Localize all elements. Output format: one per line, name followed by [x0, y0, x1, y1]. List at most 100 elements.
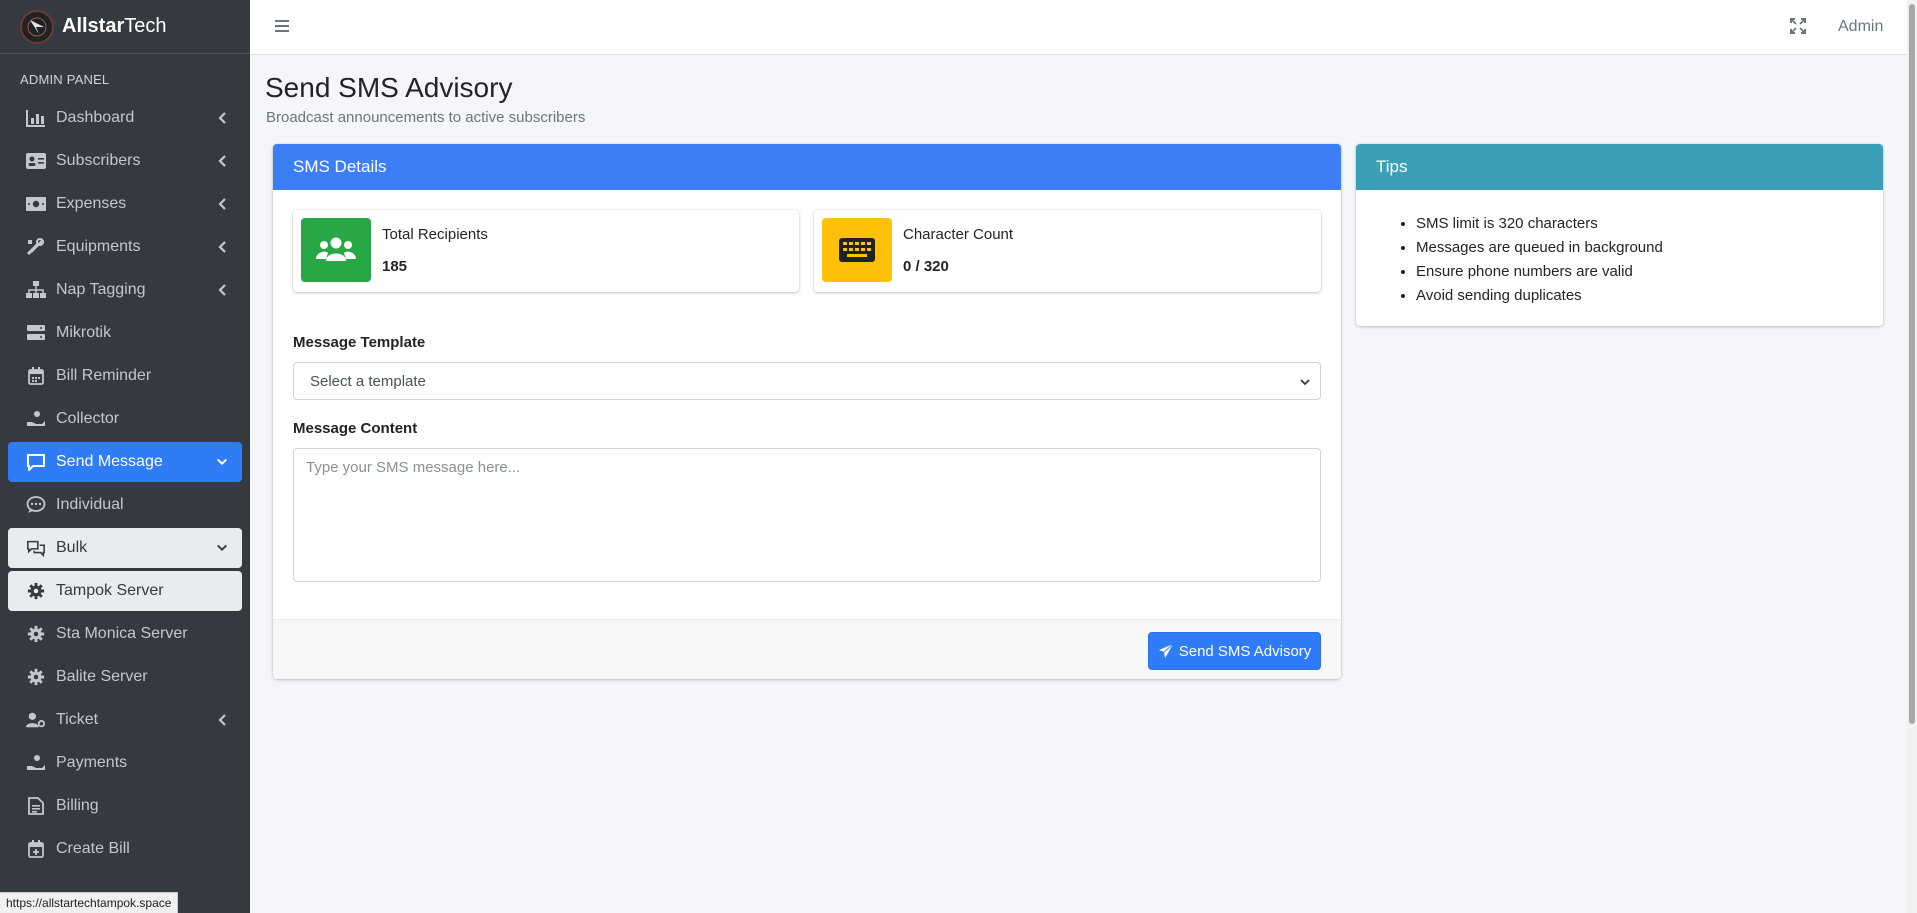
sidebar-item-payments[interactable]: Payments: [8, 743, 242, 783]
file-invoice-icon: [24, 796, 48, 816]
sidebar-item-collector[interactable]: Collector: [8, 399, 242, 439]
list-item: Messages are queued in background: [1416, 236, 1663, 260]
message-content-label: Message Content: [293, 420, 418, 437]
sidebar-item-ticket[interactable]: Ticket: [8, 700, 242, 740]
sidebar-item-create-bill[interactable]: Create Bill: [8, 829, 242, 869]
sidebar-item-individual[interactable]: Individual: [8, 485, 242, 525]
sidebar-item-label: Create Bill: [56, 840, 130, 857]
sidebar: AllstarTech ADMIN PANEL Dashboard Subscr…: [0, 0, 250, 913]
top-navbar: Admin: [250, 0, 1912, 55]
users-icon: [301, 218, 371, 282]
sidebar-item-label: Bill Reminder: [56, 367, 152, 384]
sidebar-item-mikrotik[interactable]: Mikrotik: [8, 313, 242, 353]
address-card-icon: [24, 151, 48, 171]
page-subtitle: Broadcast announcements to active subscr…: [266, 109, 586, 126]
admin-user-link[interactable]: Admin: [1838, 18, 1883, 36]
sidebar-item-send-message[interactable]: Send Message: [8, 442, 242, 482]
comments-icon: [24, 538, 48, 558]
hand-coin-icon: [24, 409, 48, 429]
keyboard-icon: [822, 218, 892, 282]
user-gear-icon: [24, 710, 48, 730]
sidebar-item-subscribers[interactable]: Subscribers: [8, 141, 242, 181]
chevron-left-icon: [218, 241, 226, 253]
card-title: Tips: [1356, 144, 1883, 190]
list-item: SMS limit is 320 characters: [1416, 212, 1663, 236]
chevron-left-icon: [218, 112, 226, 124]
sidebar-item-balite-server[interactable]: Balite Server: [8, 657, 242, 697]
chevron-left-icon: [218, 155, 226, 167]
sidebar-item-expenses[interactable]: Expenses: [8, 184, 242, 224]
sidebar-item-label: Bulk: [56, 539, 88, 556]
fullscreen-expand-icon[interactable]: [1790, 18, 1806, 34]
gear-icon: [24, 581, 48, 601]
scrollbar-thumb[interactable]: [1909, 4, 1915, 724]
char-count-value: 0 / 320: [903, 258, 949, 275]
character-count-box: Character Count 0 / 320: [814, 210, 1321, 292]
sidebar-item-label: Mikrotik: [56, 324, 112, 341]
card-footer: Send SMS Advisory: [273, 619, 1341, 679]
chevron-left-icon: [218, 198, 226, 210]
tips-list: SMS limit is 320 characters Messages are…: [1416, 212, 1663, 308]
comment-dots-icon: [24, 495, 48, 515]
sidebar-item-sta-monica-server[interactable]: Sta Monica Server: [8, 614, 242, 654]
sms-details-card: SMS Details Total Recipients 185 Charact…: [273, 144, 1341, 679]
sidebar-item-label: Payments: [56, 754, 128, 771]
sidebar-item-label: Ticket: [56, 711, 99, 728]
list-item: Avoid sending duplicates: [1416, 284, 1663, 308]
char-count-label: Character Count: [903, 226, 1014, 243]
sidebar-item-label: Collector: [56, 410, 120, 427]
recipients-value: 185: [382, 258, 408, 275]
chevron-down-icon: [1300, 379, 1310, 386]
brand-link[interactable]: AllstarTech: [0, 0, 250, 54]
sidebar-item-billing[interactable]: Billing: [8, 786, 242, 826]
chevron-left-icon: [218, 284, 226, 296]
server-icon: [24, 323, 48, 343]
gear-icon: [24, 667, 48, 687]
sidebar-item-equipments[interactable]: Equipments: [8, 227, 242, 267]
sidebar-menu: Dashboard Subscribers Expenses Equipment…: [0, 98, 250, 869]
hand-coin-icon: [24, 753, 48, 773]
message-content-textarea[interactable]: Type your SMS message here...: [293, 448, 1321, 582]
status-bar-url: https://allstartechtampok.space: [0, 892, 179, 913]
sidebar-item-nap-tagging[interactable]: Nap Tagging: [8, 270, 242, 310]
sidebar-item-label: Send Message: [56, 453, 163, 470]
sidebar-item-label: Sta Monica Server: [56, 625, 188, 642]
message-template-label: Message Template: [293, 334, 426, 351]
sidebar-item-label: Dashboard: [56, 109, 135, 126]
card-title: SMS Details: [273, 144, 1341, 190]
sidebar-item-bill-reminder[interactable]: Bill Reminder: [8, 356, 242, 396]
sidebar-item-label: Equipments: [56, 238, 141, 255]
send-button-label: Send SMS Advisory: [1178, 642, 1312, 660]
chevron-down-icon: [217, 458, 227, 466]
textarea-placeholder: Type your SMS message here...: [306, 459, 521, 476]
sitemap-icon: [24, 280, 48, 300]
sidebar-item-bulk[interactable]: Bulk: [8, 528, 242, 568]
recipients-label: Total Recipients: [382, 226, 488, 243]
money-bill-icon: [24, 194, 48, 214]
send-sms-button[interactable]: Send SMS Advisory: [1148, 632, 1321, 670]
brand-logo-icon: [20, 9, 54, 44]
message-icon: [24, 452, 48, 472]
chevron-left-icon: [218, 714, 226, 726]
sidebar-item-tampok-server[interactable]: Tampok Server: [8, 571, 242, 611]
sidebar-item-label: Subscribers: [56, 152, 141, 169]
message-template-select[interactable]: Select a template: [293, 362, 1321, 400]
sidebar-item-label: Individual: [56, 496, 124, 513]
total-recipients-box: Total Recipients 185: [293, 210, 799, 292]
hamburger-menu-icon[interactable]: [274, 18, 290, 34]
chart-bar-icon: [24, 108, 48, 128]
brand-name: AllstarTech: [62, 15, 167, 37]
calendar-plus-icon: [24, 839, 48, 859]
sidebar-item-label: Nap Tagging: [56, 281, 146, 298]
page-scrollbar[interactable]: [1907, 0, 1917, 913]
tools-icon: [24, 237, 48, 257]
chevron-down-icon: [217, 544, 227, 552]
sidebar-item-label: Expenses: [56, 195, 127, 212]
calendar-icon: [24, 366, 48, 386]
paper-plane-icon: [1158, 643, 1174, 658]
page-title: Send SMS Advisory: [265, 72, 513, 103]
sidebar-item-dashboard[interactable]: Dashboard: [8, 98, 242, 138]
sidebar-item-label: Billing: [56, 797, 99, 814]
gear-icon: [24, 624, 48, 644]
sidebar-item-label: Tampok Server: [56, 582, 164, 599]
